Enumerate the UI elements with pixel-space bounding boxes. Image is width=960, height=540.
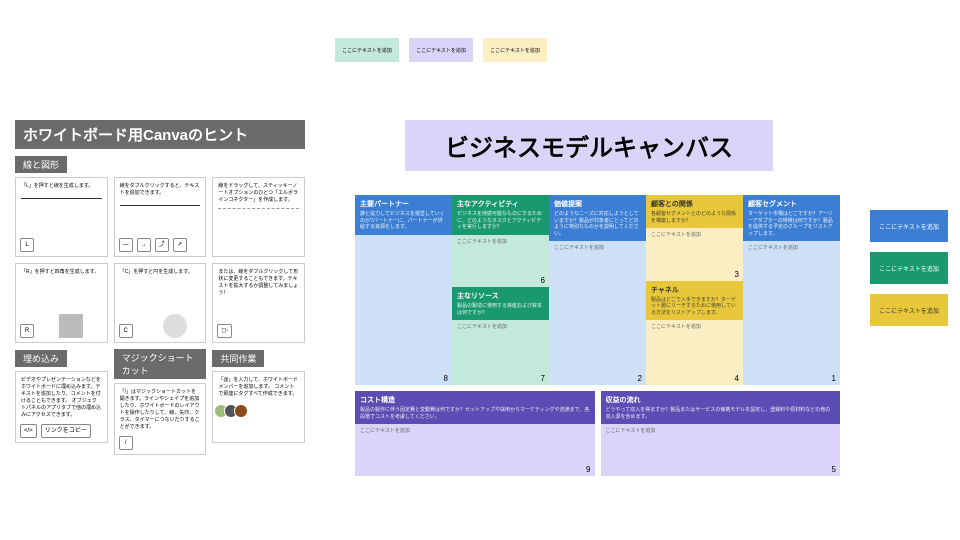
copy-link-button[interactable]: リンクをコピー [41,424,91,438]
bmc-resources[interactable]: ここにテキストを追加7 [452,320,549,385]
sticky-note[interactable]: ここにテキストを追加 [409,38,473,62]
hint-card-slash: 「/」はマジックショートカットを開きます。ラインやシェイプを追加したり、ホワイト… [114,383,207,455]
square-shape [59,314,83,338]
tool-icon: — [119,238,133,252]
sticky-note[interactable]: ここにテキストを追加 [870,252,948,284]
hints-panel: ホワイトボード用Canvaのヒント 線と図形 「L」を押すと線を生成します。 L… [15,120,305,455]
card-text: または、線をダブルクリックして形状に変更することもできます。テキストを拡大するか… [218,269,298,296]
bmc-revenue[interactable]: 収益の流れどうやって収入を得ますか？製品またはサービスの価格モデルを設定し、登録… [601,391,841,476]
bmc-activities-resources: 主なアクティビティビジネスを持続可能なものにするために、どのようなタスクとアクテ… [452,195,549,385]
hint-card-collab: 「@」を入力して、ホワイトボードメンバーを追加します。 コメントで即座にタグすべ… [212,371,305,443]
hint-card-embed: ビデオやプレゼンテーションなどをホワイトボードに埋め込みます。テキストを追加した… [15,371,108,443]
key-C: C [119,324,133,338]
tool-icon: → [137,238,151,252]
sticky-note[interactable]: ここにテキストを追加 [870,294,948,326]
section-collab: 共同作業 [212,350,264,367]
card-text: 線をダブルクリックすると、テキストを追加できます。 [120,183,200,196]
hints-title: ホワイトボード用Canvaのヒント [15,120,305,149]
tool-icon: ⤴ [155,238,169,252]
bmc-channels[interactable]: ここにテキストを追加4 [646,320,743,385]
bmc-relations[interactable]: ここにテキストを追加3 [646,228,743,281]
card-text: 「@」を入力して、ホワイトボードメンバーを追加します。 コメントで即座にタグすべ… [218,377,298,397]
card-text: 線をドラッグして、スティッキーノートオプションのひとつ「エルボラインコネクター」… [218,183,298,203]
circle-shape [163,314,187,338]
avatar [234,404,248,418]
key-slash: / [119,436,133,450]
bmc-value[interactable]: 価値提案どのようなニーズに対応しようとしていますか？製品が対象者にとってどのよう… [549,195,646,385]
section-magic: マジックショートカット [114,349,207,379]
hint-card-rect: 「R」を押すと四角を生成します。 R [15,263,108,343]
bmc-cost[interactable]: コスト構造製品の製作に伴う固定費と変動費は何ですか？セットアップや採用からマーケ… [355,391,595,476]
bmc-relations-channels: 顧客との関係各顧客セグメントとのどのような関係を構築しますか？ ここにテキストを… [646,195,743,385]
hint-card-shapes: または、線をダブルクリックして形状に変更することもできます。テキストを拡大するか… [212,263,305,343]
bmc-activities[interactable]: ここにテキストを追加6 [452,235,549,288]
key-L: L [20,238,34,252]
card-text: 「R」を押すと四角を生成します。 [21,269,99,275]
tool-icon: ↗ [173,238,187,252]
sticky-note[interactable]: ここにテキストを追加 [483,38,547,62]
top-sticky-row: ここにテキストを追加 ここにテキストを追加 ここにテキストを追加 [335,38,547,62]
shapes-icon: ◻◦ [217,324,232,338]
business-model-canvas: 主要パートナー誰と協力してビジネスを運営していくのか?パートナーに、パートナーが… [355,195,840,476]
hint-card-connector: 線をドラッグして、スティッキーノートオプションのひとつ「エルボラインコネクター」… [212,177,305,257]
right-sticky-column: ここにテキストを追加 ここにテキストを追加 ここにテキストを追加 [870,210,948,326]
card-text: 「C」を押すと円を生成します。 [120,269,193,275]
card-text: 「L」を押すと線を生成します。 [21,183,93,189]
card-text: ビデオやプレゼンテーションなどをホワイトボードに埋め込みます。テキストを追加した… [21,377,101,418]
hint-card-circle: 「C」を押すと円を生成します。 C [114,263,207,343]
section-lines-shapes: 線と図形 [15,156,67,173]
sticky-note[interactable]: ここにテキストを追加 [335,38,399,62]
sticky-note[interactable]: ここにテキストを追加 [870,210,948,242]
avatar-group [218,404,299,418]
section-embed: 埋め込み [15,350,67,367]
card-text: 「/」はマジックショートカットを開きます。ラインやシェイプを追加したり、ホワイト… [120,389,200,430]
key-R: R [20,324,34,338]
bmc-partners[interactable]: 主要パートナー誰と協力してビジネスを運営していくのか?パートナーに、パートナーが… [355,195,452,385]
hint-card-line: 「L」を押すと線を生成します。 L [15,177,108,257]
bmc-segments[interactable]: 顧客セグメントターゲット市場はどこですか？アーリーアダプターの特徴は何ですか？製… [743,195,840,385]
canvas-title: ビジネスモデルキャンバス [405,120,773,171]
code-icon: </> [20,424,37,438]
hint-card-doubleclick: 線をダブルクリックすると、テキストを追加できます。 — → ⤴ ↗ [114,177,207,257]
